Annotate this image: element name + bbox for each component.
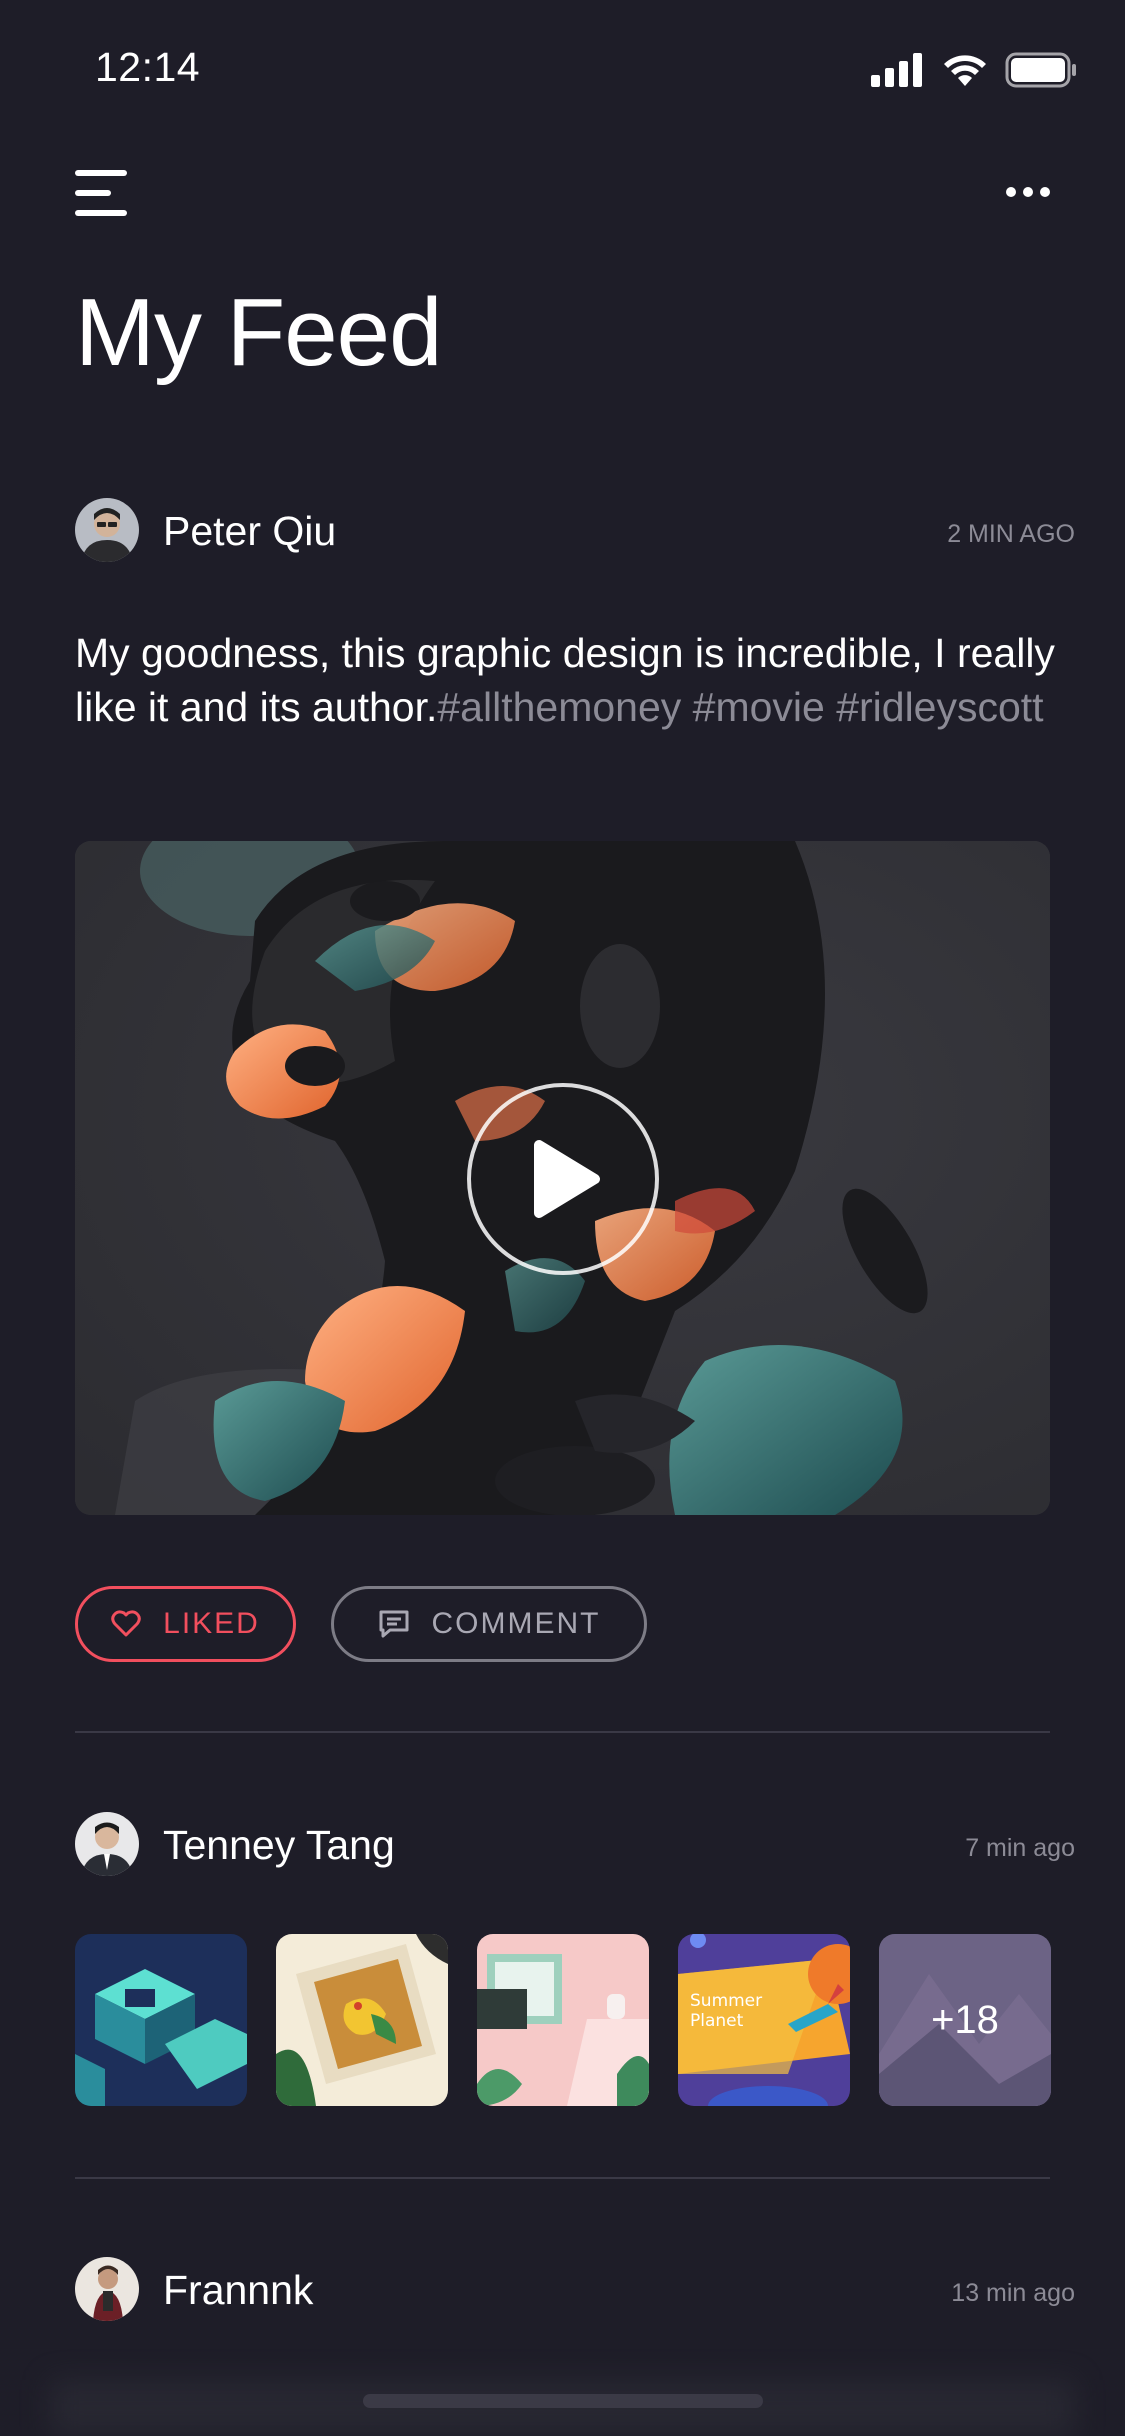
comment-button[interactable]: COMMENT — [331, 1586, 647, 1662]
divider — [75, 1731, 1050, 1733]
thumb-caption: Summer — [690, 1991, 762, 2011]
avatar[interactable] — [75, 2257, 139, 2321]
status-time: 12:14 — [95, 44, 201, 90]
author-name[interactable]: Tenney Tang — [163, 1822, 395, 1869]
post-header: Frannnk 13 min ago — [75, 2257, 1075, 2323]
home-indicator[interactable] — [363, 2394, 763, 2408]
gallery-thumb-more[interactable]: +18 — [879, 1934, 1051, 2106]
cellular-signal-icon — [871, 53, 922, 87]
thumb-caption: Planet — [690, 2011, 744, 2031]
post-text: My goodness, this graphic design is incr… — [75, 626, 1055, 734]
top-bar — [0, 160, 1125, 230]
liked-label: LIKED — [163, 1607, 260, 1640]
avatar[interactable] — [75, 1812, 139, 1876]
author-name[interactable]: Peter Qiu — [163, 508, 336, 555]
ellipsis-icon[interactable] — [1006, 180, 1050, 204]
divider — [75, 2177, 1050, 2179]
post-time: 2 MIN AGO — [947, 520, 1075, 548]
status-bar: 12:14 — [0, 0, 1125, 140]
comment-icon — [379, 1610, 408, 1638]
gallery-thumb[interactable] — [276, 1934, 448, 2106]
more-count: +18 — [931, 1997, 999, 2042]
video-thumbnail[interactable] — [75, 841, 1050, 1515]
hamburger-menu-icon[interactable] — [75, 170, 127, 216]
post-hashtags[interactable]: #allthemoney #movie #ridleyscott — [437, 684, 1043, 730]
post-header: Peter Qiu 2 MIN AGO — [75, 498, 1075, 564]
status-icons — [871, 52, 1077, 88]
gallery-thumb[interactable] — [477, 1934, 649, 2106]
post-time: 13 min ago — [951, 2279, 1075, 2307]
post-time: 7 min ago — [965, 1834, 1075, 1862]
next-post-preview — [50, 2380, 1075, 2436]
author-name[interactable]: Frannnk — [163, 2267, 313, 2314]
avatar[interactable] — [75, 498, 139, 562]
page-title: My Feed — [75, 279, 442, 386]
gallery-thumb[interactable] — [75, 1934, 247, 2106]
image-gallery: Summer Planet +18 — [75, 1934, 1051, 2106]
battery-icon — [1005, 52, 1076, 88]
play-button[interactable] — [467, 1083, 659, 1275]
liked-button[interactable]: LIKED — [75, 1586, 296, 1662]
post-header: Tenney Tang 7 min ago — [75, 1812, 1075, 1878]
wifi-icon — [944, 55, 986, 86]
comment-label: COMMENT — [431, 1607, 601, 1640]
gallery-thumb[interactable]: Summer Planet — [678, 1934, 850, 2106]
heart-icon — [111, 1610, 141, 1637]
